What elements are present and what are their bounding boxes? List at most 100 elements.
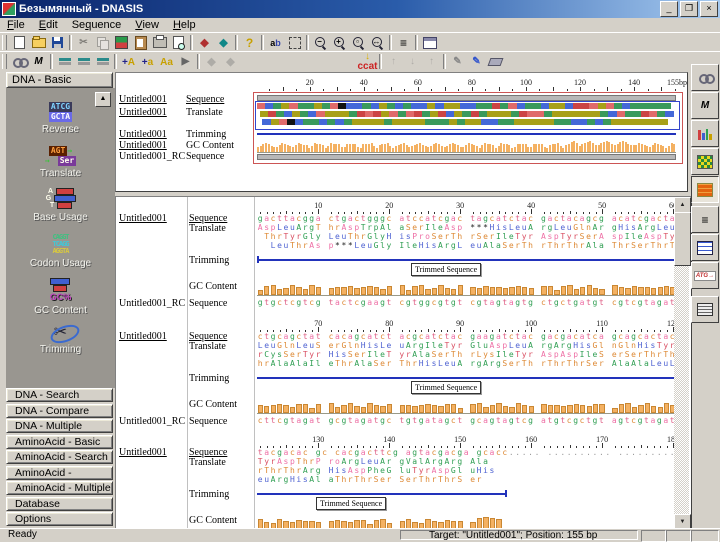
gc-bar [419,405,424,413]
gc-bar [490,287,495,295]
open-button[interactable] [29,34,48,51]
overview-rc-sequence-bar[interactable] [257,154,676,160]
erase-button[interactable] [486,53,505,70]
menu-help[interactable]: Help [166,19,203,32]
translate-row[interactable]: euArgHisAl aThrThrSer SerThrThrS er [257,475,482,485]
sidebar-panel-aminoacid-basic[interactable]: AminoAcid - Basic [6,435,113,449]
overview-name-link[interactable]: Untitled001 [119,140,167,151]
minimize-button[interactable]: _ [660,1,678,17]
select-region-button[interactable] [285,34,304,51]
overview-gc-bar [589,141,591,152]
sidebar-panel-dna-search[interactable]: DNA - Search [6,388,113,402]
sidebar-header[interactable]: DNA - Basic [6,72,113,88]
rc-sequence-row[interactable]: gtgctcgtcg tactcgaagt cgtggcgtgt cgtagta… [257,298,675,308]
gc-bar [367,403,372,413]
print-preview-button[interactable] [169,34,188,51]
layout-card-button[interactable] [420,34,439,51]
grid-view-button[interactable] [691,234,719,261]
translate-row[interactable]: LeuThrAs p***LeuGly IleHisArgL euAlaSerT… [257,241,675,251]
sidebar-panel-database[interactable]: Database [6,497,113,511]
sidebar-tool-translate[interactable]: AGT→→SerTranslate [6,146,115,179]
send-teal-button[interactable]: ◆ [214,34,233,51]
edit-pencil-button[interactable]: ✎ [467,53,486,70]
close-button[interactable]: × [700,1,718,17]
gc-bar [303,289,308,295]
sequence-name-link[interactable]: Untitled001 [119,447,167,458]
zoom-out-button[interactable]: − [311,34,330,51]
sidebar-tool-trimming[interactable]: ✂Trimming [6,322,115,355]
mosaic-view-button[interactable] [691,148,719,175]
menu-view[interactable]: View [128,19,166,32]
sidebar-tool-gc-content[interactable]: GC%GC Content [6,278,115,316]
line-spacing-button[interactable]: ≡ [394,34,413,51]
feature-view-button[interactable] [691,120,719,147]
letter-case-button[interactable]: ab [266,34,285,51]
overview-gc-bar [262,144,264,152]
sequence-name-link[interactable]: Untitled001 [119,213,167,224]
sidebar-panel-options[interactable]: Options [6,512,113,526]
lowercase-button[interactable]: +a [138,53,157,70]
sidebar-scroll-up-button[interactable]: ▲ [95,92,111,107]
line-view-button[interactable]: ≡ [691,206,719,233]
menu-sequence[interactable]: Sequence [65,19,129,32]
menu-edit[interactable]: Edit [32,19,65,32]
zoom-in-button[interactable]: + [330,34,349,51]
translate-row[interactable]: hrAlaAlaIl eThrAlaSer ThrHisLeuA rgArgSe… [257,359,675,369]
complement-button[interactable] [93,53,112,70]
sidebar-panel-aminoacid-multiple-sequence[interactable]: AminoAcid - Multiple Sequence [6,481,113,495]
annotate-button[interactable]: ✎ [448,53,467,70]
reverse-button[interactable] [74,53,93,70]
overview-name-link[interactable]: Untitled001 [119,129,167,140]
menu-file[interactable]: File [0,19,32,32]
detail-pane[interactable]: Untitled001SequenceTranslateTrimmingGC C… [115,196,692,530]
paste-sequence-button[interactable] [112,34,131,51]
link-view-button[interactable] [691,64,719,91]
sidebar-tool-base-usage[interactable]: AGTBase Usage [6,188,115,223]
paste-button[interactable] [131,34,150,51]
reverse-complement-button[interactable] [55,53,74,70]
table-view-button[interactable] [691,296,719,323]
next-feature-button[interactable]: ▶ [176,53,195,70]
sidebar-panel-dna-compare[interactable]: DNA - Compare [6,404,113,418]
maximize-button[interactable]: ❐ [680,1,698,17]
uppercase-button[interactable]: +A [119,53,138,70]
gc-bar [567,285,572,295]
scrollbar-thumb[interactable] [674,212,691,266]
toolbar-gripper[interactable] [2,35,7,50]
gc-bar [587,406,592,413]
gc-bar [554,405,559,413]
print-button[interactable] [150,34,169,51]
new-button[interactable] [10,34,29,51]
overview-pane[interactable]: Untitled001SequenceUntitled001TranslateU… [115,72,688,192]
rc-sequence-row[interactable]: cttcgtagat gcgtagatgc tgtgatagct gcagtag… [257,416,675,426]
gc-bar [580,405,585,413]
overview-ruler-tick [418,87,419,91]
track-label-gc-content: GC Content [189,399,237,410]
overview-name-link[interactable]: Untitled001 [119,107,167,118]
zoom-area-button[interactable]: ▫ [349,34,368,51]
send-red-button[interactable]: ◆ [195,34,214,51]
sidebar-panel-aminoacid-search[interactable]: AminoAcid - Search [6,450,113,464]
overview-gc-bar [411,146,413,152]
gc-grid-view-button[interactable] [691,176,719,203]
sequence-view-button[interactable]: ATG→ [691,262,719,289]
sidebar-panel-aminoacid-compare[interactable]: AminoAcid - Compare [6,466,113,480]
sidebar-tool-codon-usage[interactable]: CAGGTTCAGGAGGTACodon Usage [6,234,115,269]
help-button[interactable]: ? [240,34,259,51]
gc-bar [658,287,663,295]
codon-start-button[interactable]: ↓ccat [358,53,377,70]
save-button[interactable] [48,34,67,51]
map-view-button[interactable]: M [691,92,719,119]
find-motif-button[interactable]: M [29,53,48,70]
case-swap-button[interactable]: Aa [157,53,176,70]
overview-gc-bar [268,144,270,152]
link-button[interactable] [10,53,29,70]
toolbar-gripper[interactable] [2,54,7,69]
overview-ruler-tick [296,89,297,91]
overview-name-link[interactable]: Untitled001 [119,94,167,105]
overview-track-label[interactable]: Sequence [186,94,224,105]
sidebar-panel-dna-multiple-sequence[interactable]: DNA - Multiple Sequence [6,419,113,433]
zoom-fit-button[interactable]: ↔ [368,34,387,51]
sequence-name-link[interactable]: Untitled001 [119,331,167,342]
overview-gc-bar [457,145,459,152]
